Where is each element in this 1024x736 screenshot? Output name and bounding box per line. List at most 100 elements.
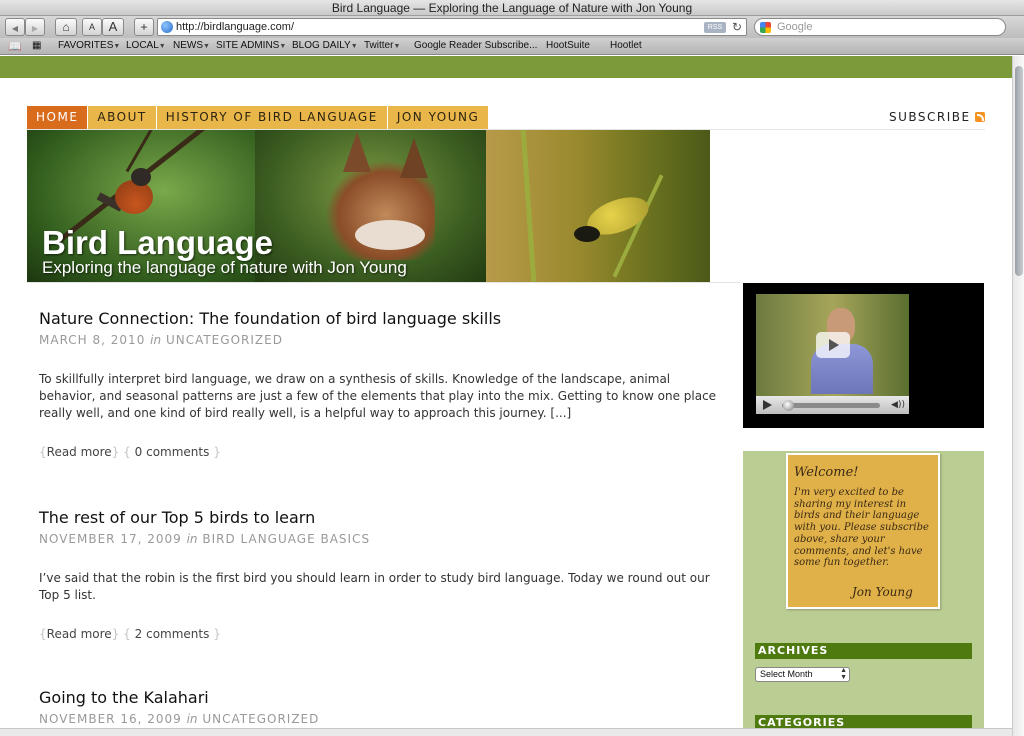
bookmark-site-admins[interactable]: SITE ADMINS▼ xyxy=(216,40,286,51)
post-meta: MARCH 8, 2010 in UNCATEGORIZED xyxy=(39,333,719,347)
video-controls: ◀)) xyxy=(756,396,909,414)
text-smaller-button[interactable]: A xyxy=(82,18,102,36)
post-in: in xyxy=(186,712,198,726)
welcome-note: Welcome! I'm very excited to be sharing … xyxy=(786,453,940,609)
nav-about[interactable]: ABOUT xyxy=(88,106,157,129)
bookmark-blog-daily[interactable]: BLOG DAILY▼ xyxy=(292,40,358,51)
scrollbar-thumb[interactable] xyxy=(1015,66,1023,276)
post-links: {Read more} { 2 comments } xyxy=(39,627,221,641)
post-category-link[interactable]: UNCATEGORIZED xyxy=(202,712,319,726)
post: Going to the Kalahari NOVEMBER 16, 2009 … xyxy=(39,688,719,726)
address-bar[interactable]: http://birdlanguage.com/ RSS ↻ xyxy=(157,18,747,36)
bookmark-label: FAVORITES xyxy=(58,40,114,51)
subscribe-link[interactable]: SUBSCRIBE xyxy=(889,110,985,124)
play-icon[interactable] xyxy=(816,332,850,358)
site-banner[interactable]: Bird Language Exploring the language of … xyxy=(27,130,710,282)
bookmark-label: BLOG DAILY xyxy=(292,40,351,51)
bookmark-hootlet[interactable]: Hootlet xyxy=(610,40,642,51)
bookmark-label: Hootlet xyxy=(610,40,642,51)
nav-jon-young[interactable]: JON YOUNG xyxy=(387,106,490,129)
post-excerpt: I’ve said that the robin is the first bi… xyxy=(39,571,710,602)
post: Nature Connection: The foundation of bir… xyxy=(39,309,719,459)
read-more-link[interactable]: Read more xyxy=(47,445,112,459)
post-date: MARCH 8, 2010 xyxy=(39,333,146,347)
volume-icon[interactable]: ◀)) xyxy=(891,400,905,410)
top-sites-grid-icon[interactable]: ▦ xyxy=(32,40,42,51)
post-title[interactable]: The rest of our Top 5 birds to learn xyxy=(39,508,719,528)
archives-heading: ARCHIVES xyxy=(755,643,972,659)
bookmark-google-reader[interactable]: Google Reader Subscribe... xyxy=(414,40,537,51)
video-player[interactable]: ◀)) xyxy=(743,283,984,428)
text-smaller-label: A xyxy=(88,22,95,32)
post-meta: NOVEMBER 17, 2009 in BIRD LANGUAGE BASIC… xyxy=(39,532,719,546)
back-icon: ◀ xyxy=(11,24,19,33)
add-icon: + xyxy=(140,20,148,34)
welcome-body: I'm very excited to be sharing my intere… xyxy=(794,487,929,569)
bookmark-local[interactable]: LOCAL▼ xyxy=(126,40,166,51)
nav-history-of-bird-language[interactable]: HISTORY OF BIRD LANGUAGE xyxy=(156,106,388,129)
post-in: in xyxy=(150,333,162,347)
bookmark-label: SITE ADMINS xyxy=(216,40,280,51)
select-arrows-icon: ▲ ▼ xyxy=(840,667,847,681)
chevron-down-icon: ▼ xyxy=(350,43,358,50)
bookmark-label: NEWS xyxy=(173,40,203,51)
rss-icon[interactable]: RSS xyxy=(704,22,726,33)
comments-link[interactable]: 0 comments xyxy=(135,445,210,459)
bookmark-twitter[interactable]: Twitter▼ xyxy=(364,40,400,51)
banner-subtitle: Exploring the language of nature with Jo… xyxy=(42,258,407,277)
subscribe-label: SUBSCRIBE xyxy=(889,110,971,124)
post-in: in xyxy=(186,532,198,546)
bookmark-label: Twitter xyxy=(364,40,394,51)
text-bigger-button[interactable]: A xyxy=(102,18,124,36)
add-bookmark-button[interactable]: + xyxy=(134,18,154,36)
post-date: NOVEMBER 17, 2009 xyxy=(39,532,182,546)
text-bigger-label: A xyxy=(108,19,118,34)
video-scrubber[interactable] xyxy=(782,403,880,408)
home-button[interactable]: ⌂ xyxy=(55,18,77,36)
archives-select[interactable]: Select Month ▲ ▼ xyxy=(755,667,850,682)
browser-toolbar: ◀ ▶ ⌂ A A + http://birdlanguage.com/ RSS… xyxy=(0,16,1024,38)
url-text: http://birdlanguage.com/ xyxy=(176,21,295,33)
post: The rest of our Top 5 birds to learn NOV… xyxy=(39,508,719,641)
scrubber-knob[interactable] xyxy=(783,400,794,411)
bookmark-favorites[interactable]: FAVORITES▼ xyxy=(58,40,120,51)
welcome-title: Welcome! xyxy=(794,465,859,480)
post-links: {Read more} { 0 comments } xyxy=(39,445,221,459)
status-bar xyxy=(0,728,1012,736)
back-button[interactable]: ◀ xyxy=(5,18,25,36)
post-title[interactable]: Nature Connection: The foundation of bir… xyxy=(39,309,719,329)
bookmarks-book-icon[interactable]: 📖 xyxy=(8,40,22,53)
nav-home[interactable]: HOME xyxy=(27,106,89,129)
forward-button[interactable]: ▶ xyxy=(25,18,45,36)
bookmark-label: HootSuite xyxy=(546,40,590,51)
chevron-down-icon: ▼ xyxy=(279,43,287,50)
bookmark-news[interactable]: NEWS▼ xyxy=(173,40,210,51)
globe-icon xyxy=(161,21,173,33)
bookmark-label: LOCAL xyxy=(126,40,159,51)
post-category-link[interactable]: UNCATEGORIZED xyxy=(166,333,283,347)
comments-link[interactable]: 2 comments xyxy=(135,627,210,641)
search-placeholder: Google xyxy=(777,21,813,33)
post-category-link[interactable]: BIRD LANGUAGE BASICS xyxy=(202,532,370,546)
post-meta: NOVEMBER 16, 2009 in UNCATEGORIZED xyxy=(39,712,719,726)
banner-divider xyxy=(27,282,740,283)
chevron-down-icon: ▼ xyxy=(158,43,166,50)
header-band xyxy=(0,56,1012,78)
window-title-bar: Bird Language — Exploring the Language o… xyxy=(0,0,1024,16)
read-more-link[interactable]: Read more xyxy=(47,627,112,641)
bookmarks-bar: 📖 ▦ FAVORITES▼ LOCAL▼ NEWS▼ SITE ADMINS▼… xyxy=(0,38,1024,55)
window-title: Bird Language — Exploring the Language o… xyxy=(331,1,693,15)
bookmark-hootsuite[interactable]: HootSuite xyxy=(546,40,590,51)
video-frame[interactable]: ◀)) xyxy=(756,294,909,414)
welcome-signature: Jon Young xyxy=(852,585,913,599)
post-title[interactable]: Going to the Kalahari xyxy=(39,688,719,708)
banner-title: Bird Language xyxy=(42,224,274,261)
play-button[interactable] xyxy=(763,400,772,410)
chevron-down-icon: ▼ xyxy=(393,43,401,50)
reload-icon[interactable]: ↻ xyxy=(732,19,742,35)
search-field[interactable]: Google xyxy=(754,18,1006,36)
vertical-scrollbar[interactable] xyxy=(1012,56,1024,736)
home-icon: ⌂ xyxy=(62,20,70,34)
google-icon xyxy=(760,22,771,33)
post-date: NOVEMBER 16, 2009 xyxy=(39,712,182,726)
